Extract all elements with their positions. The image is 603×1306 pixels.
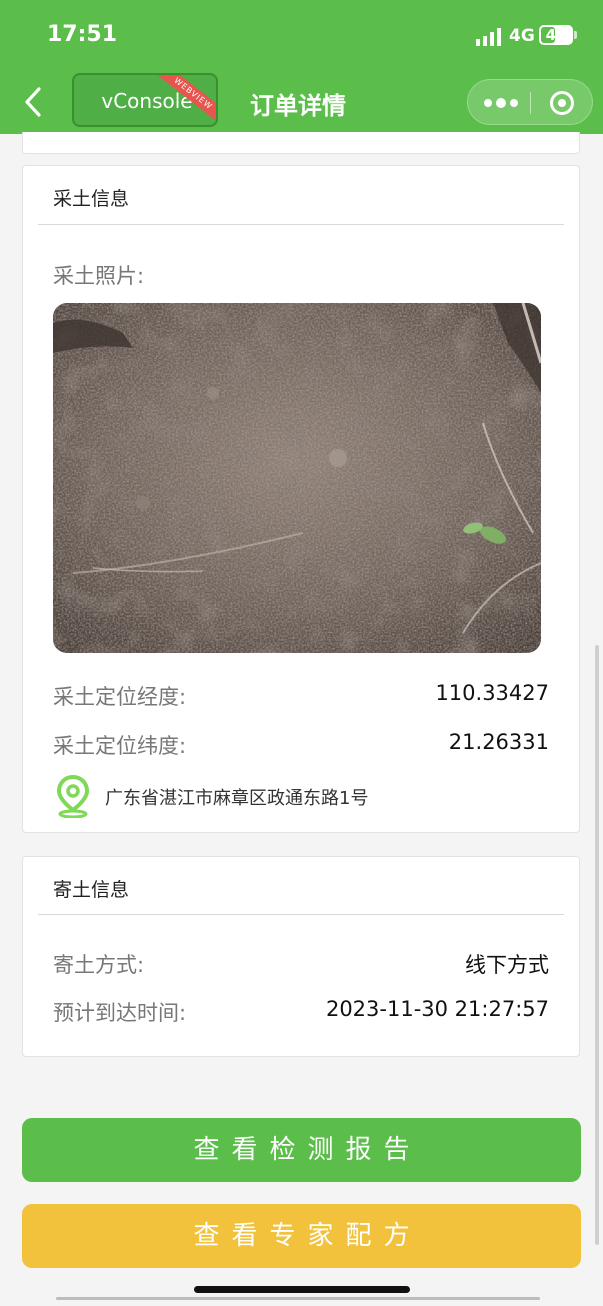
eta-value: 2023-11-30 21:27:57: [325, 997, 549, 1021]
divider: [38, 914, 564, 915]
shipping-method-label: 寄土方式:: [53, 953, 145, 977]
shipping-method-value: 线下方式: [465, 953, 549, 977]
view-report-button[interactable]: 查看检测报告: [22, 1118, 581, 1182]
sampling-card-title: 采土信息: [53, 188, 130, 210]
signal-bars-icon: [476, 28, 501, 46]
back-button[interactable]: [18, 84, 48, 120]
network-type: 4G: [509, 26, 535, 46]
longitude-label: 采土定位经度:: [53, 685, 187, 709]
latitude-label: 采土定位纬度:: [53, 734, 187, 758]
more-dots-icon[interactable]: [484, 98, 518, 108]
battery-icon: 46: [539, 25, 573, 45]
home-indicator[interactable]: [194, 1286, 410, 1293]
divider: [38, 224, 564, 225]
dot: [484, 99, 492, 107]
navigation-bar: 17:51 4G 46 vConsole WEBVIEW 订单详情: [0, 0, 603, 134]
battery-tip: [574, 31, 577, 39]
mini-program-capsule: [467, 79, 593, 125]
target-close-icon[interactable]: [550, 91, 574, 115]
capsule-divider: [530, 92, 531, 114]
latitude-value: 21.26331: [448, 730, 549, 754]
map-pin-icon: [56, 774, 90, 818]
status-time: 17:51: [47, 22, 118, 47]
vconsole-button[interactable]: vConsole WEBVIEW: [72, 73, 218, 127]
shipping-card-title: 寄土信息: [53, 879, 130, 901]
sampling-info-card: 采土信息 采土照片: 采土定位经度: 110.33427 采土定位纬度: 21.…: [22, 165, 580, 833]
soil-photo[interactable]: [53, 303, 541, 653]
previous-card-bottom: [22, 132, 580, 154]
shipping-info-card: 寄土信息 寄土方式: 线下方式 预计到达时间: 2023-11-30 21:27…: [22, 856, 580, 1057]
scrollbar[interactable]: [595, 645, 599, 1245]
battery-level: 46: [545, 26, 567, 44]
dot: [510, 99, 518, 107]
page-title: 订单详情: [250, 92, 346, 120]
longitude-value: 110.33427: [435, 681, 549, 705]
dot: [496, 98, 506, 108]
eta-label: 预计到达时间:: [53, 1001, 187, 1025]
sampling-address: 广东省湛江市麻章区政通东路1号: [105, 788, 369, 809]
bottom-bar-line: [56, 1297, 540, 1300]
photo-label: 采土照片:: [53, 264, 145, 288]
view-expert-formula-button[interactable]: 查看专家配方: [22, 1204, 581, 1268]
